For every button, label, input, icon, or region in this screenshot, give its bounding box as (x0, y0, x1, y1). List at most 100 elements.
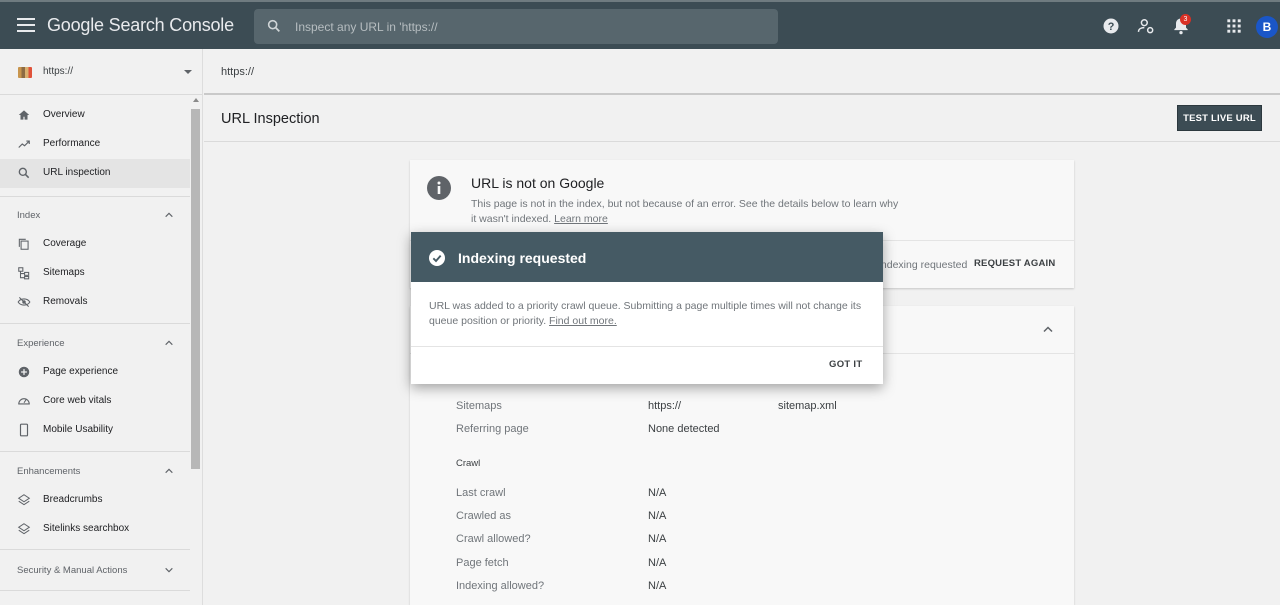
sidebar-item-removals[interactable]: Removals (0, 288, 190, 317)
sidebar-divider (0, 323, 190, 324)
sidebar-item-label: Removals (43, 296, 88, 307)
page-header: URL Inspection TEST LIVE URL (204, 95, 1280, 142)
sidebar-item-sitelinks-searchbox[interactable]: Sitelinks searchbox (0, 515, 190, 544)
sidebar-item-label: Performance (43, 138, 101, 149)
removals-icon (17, 296, 31, 308)
menu-icon[interactable] (17, 18, 35, 32)
section-header-security[interactable]: Security & Manual Actions (0, 555, 190, 585)
detail-row-indexing-allowed: Indexing allowed? N/A (456, 580, 1056, 596)
layers-icon (17, 494, 31, 506)
app-title[interactable]: Google Search Console (47, 15, 234, 36)
indexing-requested-dialog: Indexing requested URL was added to a pr… (411, 232, 883, 384)
detail-row-referring-page: Referring page None detected (456, 423, 1056, 439)
test-live-url-button[interactable]: TEST LIVE URL (1177, 105, 1262, 131)
sidebar-divider (0, 451, 190, 452)
sidebar-item-label: Mobile Usability (43, 424, 114, 435)
home-icon (18, 110, 30, 120)
apps-grid-icon[interactable] (1224, 16, 1244, 36)
status-description: This page is not in the index, but not b… (471, 197, 901, 226)
mobile-icon (19, 423, 29, 437)
detail-value: N/A (648, 510, 667, 522)
sidebar-divider (0, 549, 190, 550)
page-title: URL Inspection (221, 111, 320, 127)
search-input[interactable] (295, 17, 755, 37)
dialog-header: Indexing requested (411, 232, 883, 282)
manage-users-icon[interactable] (1136, 16, 1156, 36)
chevron-up-icon (165, 212, 173, 218)
dialog-body-text: URL was added to a priority crawl queue.… (429, 300, 862, 327)
crawl-heading: Crawl (456, 458, 481, 469)
sidebar-item-label: Sitelinks searchbox (43, 523, 130, 534)
detail-label: Crawled as (456, 510, 512, 522)
chevron-up-icon[interactable] (1042, 325, 1054, 334)
scroll-up-icon[interactable] (193, 98, 199, 102)
indexing-status-text: Indexing requested (878, 259, 968, 271)
layers-icon (17, 523, 31, 535)
check-circle-icon (429, 250, 445, 266)
help-icon[interactable]: ? (1101, 16, 1121, 36)
detail-value-sitemap[interactable]: sitemap.xml (778, 400, 837, 412)
property-label: https:// (43, 66, 74, 77)
detail-label: Indexing allowed? (456, 580, 545, 592)
avatar[interactable]: B (1256, 16, 1278, 38)
learn-more-link[interactable]: Learn more (554, 213, 608, 225)
sidebar-scrollbar[interactable] (190, 98, 201, 526)
sidebar-item-core-web-vitals[interactable]: Core web vitals (0, 387, 190, 416)
detail-row-page-fetch: Page fetch N/A (456, 557, 1056, 573)
got-it-button[interactable]: GOT IT (829, 359, 862, 370)
dialog-divider (411, 346, 883, 347)
detail-row-crawl-allowed: Crawl allowed? N/A (456, 533, 1056, 549)
section-header-index[interactable]: Index (0, 200, 190, 230)
dialog-body: URL was added to a priority crawl queue.… (429, 299, 869, 328)
request-again-button[interactable]: REQUEST AGAIN (974, 258, 1055, 269)
property-selector[interactable]: https:// (0, 49, 202, 95)
chevron-up-icon (165, 468, 173, 474)
sidebar-item-label: Coverage (43, 238, 87, 249)
page-experience-icon (18, 366, 30, 378)
top-app-bar: Google Search Console ? 3 B (0, 0, 1280, 49)
sidebar-item-page-experience[interactable]: Page experience (0, 358, 190, 387)
detail-value: N/A (648, 557, 667, 569)
section-header-enhancements[interactable]: Enhancements (0, 456, 190, 486)
detail-label: Page fetch (456, 557, 509, 569)
detail-value: N/A (648, 533, 667, 545)
sidebar-item-url-inspection[interactable]: URL inspection (0, 159, 190, 188)
detail-label: Crawl allowed? (456, 533, 531, 545)
sidebar-item-coverage[interactable]: Coverage (0, 230, 190, 259)
search-icon (267, 19, 280, 32)
detail-label: Sitemaps (456, 400, 502, 412)
scrollbar-thumb[interactable] (191, 109, 200, 469)
detail-row-sitemaps: Sitemaps https:// sitemap.xml (456, 400, 1056, 416)
notification-badge: 3 (1180, 14, 1191, 25)
detail-value[interactable]: https:// (648, 400, 681, 412)
find-out-more-link[interactable]: Find out more. (549, 315, 617, 327)
sidebar-divider (0, 196, 190, 197)
sidebar-item-label: Page experience (43, 366, 119, 377)
section-label: Experience (17, 338, 65, 349)
status-title: URL is not on Google (471, 175, 605, 191)
detail-row-last-crawl: Last crawl N/A (456, 487, 1056, 503)
section-label: Index (17, 210, 41, 221)
detail-value: None detected (648, 423, 720, 435)
sidebar-item-label: Sitemaps (43, 267, 85, 278)
detail-label: Last crawl (456, 487, 506, 499)
section-label: Enhancements (17, 466, 81, 477)
section-label: Security & Manual Actions (17, 565, 128, 576)
sidebar-item-overview[interactable]: Overview (0, 101, 190, 130)
sidebar: https:// Overview Performance URL inspec… (0, 49, 203, 605)
section-header-experience[interactable]: Experience (0, 328, 190, 358)
detail-label: Referring page (456, 423, 529, 435)
chevron-down-icon (165, 567, 173, 573)
svg-text:?: ? (1108, 21, 1115, 33)
sidebar-item-mobile-usability[interactable]: Mobile Usability (0, 416, 190, 445)
chevron-up-icon (165, 340, 173, 346)
sidebar-item-performance[interactable]: Performance (0, 130, 190, 159)
dialog-title: Indexing requested (458, 250, 587, 266)
sidebar-item-breadcrumbs[interactable]: Breadcrumbs (0, 486, 190, 515)
sidebar-item-sitemaps[interactable]: Sitemaps (0, 259, 190, 288)
inspected-url[interactable]: https:// (221, 66, 254, 78)
search-bar[interactable] (254, 9, 778, 44)
sidebar-item-label: Overview (43, 109, 85, 120)
property-favicon-icon (18, 67, 32, 78)
sidebar-divider (0, 590, 190, 591)
